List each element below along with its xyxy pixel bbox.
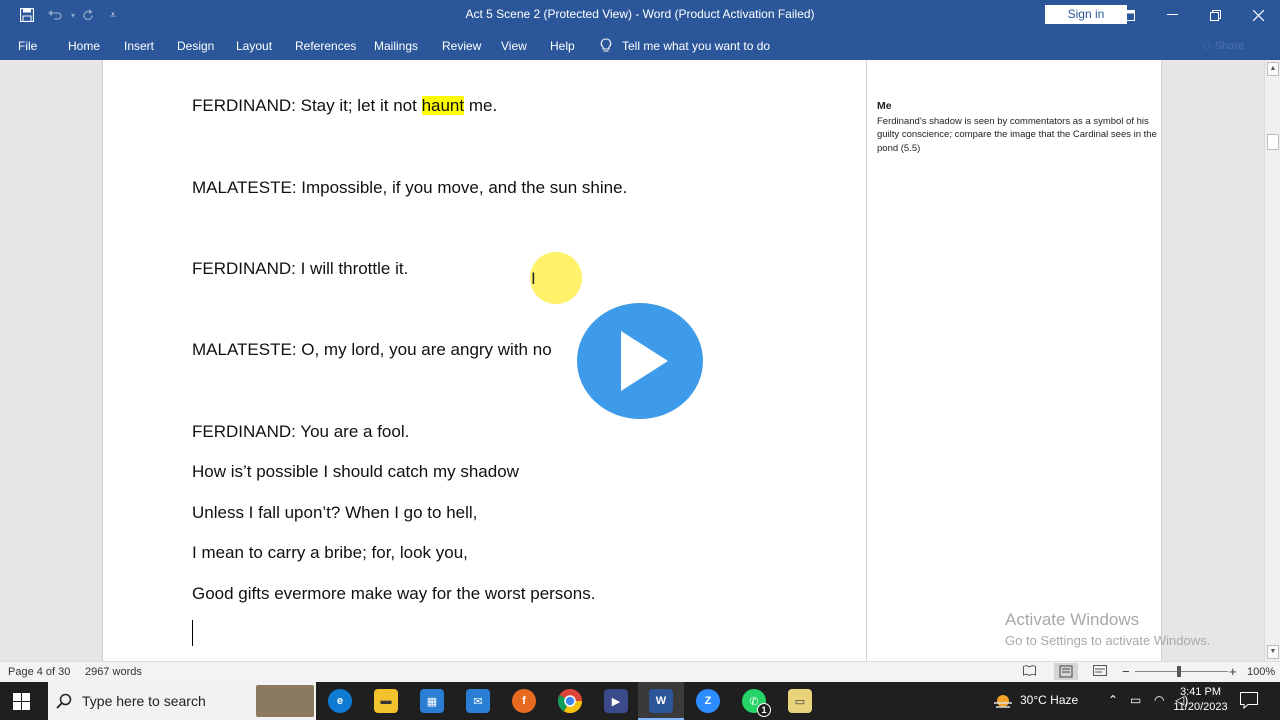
- web-layout-icon[interactable]: [1093, 665, 1107, 679]
- doc-line: FERDINAND: I will throttle it.: [192, 259, 409, 278]
- store-icon[interactable]: ▦: [420, 689, 444, 713]
- battery-icon[interactable]: ▭: [1130, 693, 1141, 707]
- share-label: Share: [1214, 40, 1244, 52]
- tab-insert[interactable]: Insert: [124, 39, 154, 53]
- zoom-out-button[interactable]: −: [1122, 664, 1130, 679]
- doc-line: MALATESTE: O, my lord, you are angry wit…: [192, 340, 552, 359]
- doc-line: MALATESTE: Impossible, if you move, and …: [192, 178, 628, 197]
- tab-references[interactable]: References: [295, 39, 356, 53]
- play-button-icon[interactable]: [566, 295, 714, 427]
- highlighted-word: haunt: [421, 96, 465, 115]
- watermark-title: Activate Windows: [1005, 610, 1140, 629]
- search-highlight-image: [256, 685, 314, 717]
- minimize-button[interactable]: [1150, 0, 1194, 30]
- clock-time: 3:41 PM: [1180, 686, 1221, 698]
- lightbulb-icon: [600, 38, 612, 52]
- tab-mailings[interactable]: Mailings: [374, 39, 418, 53]
- scroll-thumb[interactable]: [1267, 134, 1279, 150]
- comment-text: Ferdinand’s shadow is seen by commentato…: [877, 115, 1157, 154]
- vertical-scrollbar[interactable]: ▲ ▼: [1264, 60, 1280, 661]
- clock[interactable]: 3:41 PM 11/20/2023: [1168, 685, 1233, 715]
- word-taskbar-item[interactable]: W: [638, 682, 684, 720]
- tell-me-label: Tell me what you want to do: [622, 38, 771, 53]
- page-count[interactable]: Page 4 of 30: [8, 666, 70, 678]
- comment-author: Me: [877, 100, 892, 112]
- zoom-in-button[interactable]: +: [1229, 664, 1237, 679]
- status-bar: Page 4 of 30 2967 words − + 100%: [0, 661, 1280, 682]
- zoom-slider[interactable]: [1135, 671, 1228, 672]
- tab-review[interactable]: Review: [442, 39, 481, 53]
- folder-icon[interactable]: ▭: [788, 689, 812, 713]
- tab-help[interactable]: Help: [550, 39, 575, 53]
- notification-icon[interactable]: [1240, 692, 1258, 714]
- person-icon: ⚇: [1201, 40, 1212, 52]
- doc-line: How is’t possible I should catch my shad…: [192, 462, 519, 481]
- zoom-icon[interactable]: Z: [696, 689, 720, 713]
- tab-view[interactable]: View: [501, 39, 527, 53]
- word-count[interactable]: 2967 words: [85, 666, 142, 678]
- tab-home[interactable]: Home: [68, 39, 100, 53]
- firefox-icon[interactable]: f: [512, 689, 536, 713]
- read-mode-icon[interactable]: [1023, 665, 1036, 679]
- line-text: me.: [464, 96, 498, 115]
- print-layout-icon[interactable]: [1054, 663, 1078, 680]
- ibeam-cursor-icon: I: [531, 269, 536, 288]
- tab-design[interactable]: Design: [177, 39, 214, 53]
- text-cursor: [192, 620, 193, 646]
- scroll-up-arrow-icon[interactable]: ▲: [1267, 62, 1279, 76]
- file-explorer-icon[interactable]: ▬: [374, 689, 398, 713]
- comments-pane: Me Ferdinand’s shadow is seen by comment…: [866, 60, 1162, 661]
- mail-icon[interactable]: ✉: [466, 689, 490, 713]
- close-button[interactable]: [1236, 0, 1280, 30]
- search-icon: [56, 693, 72, 709]
- doc-line: FERDINAND: Stay it; let it not haunt me.: [192, 96, 497, 116]
- activate-windows-watermark: Activate Windows Go to Settings to activ…: [1005, 610, 1210, 648]
- share-button[interactable]: ⚇ Share: [1202, 39, 1244, 52]
- watermark-subtitle: Go to Settings to activate Windows.: [1005, 633, 1211, 648]
- restore-button[interactable]: [1193, 0, 1237, 30]
- whatsapp-badge: 1: [757, 703, 771, 717]
- tell-me-search[interactable]: Tell me what you want to do: [600, 38, 770, 53]
- weather-icon[interactable]: [992, 690, 1014, 717]
- media-icon[interactable]: ▶: [604, 689, 628, 713]
- tab-file[interactable]: File: [18, 39, 37, 53]
- doc-line: FERDINAND: You are a fool.: [192, 422, 410, 441]
- line-text: FERDINAND: Stay it; let it not: [192, 96, 422, 115]
- word-icon: W: [649, 689, 673, 713]
- comment-balloon[interactable]: Me Ferdinand’s shadow is seen by comment…: [877, 100, 1157, 155]
- wifi-icon[interactable]: ◠: [1154, 693, 1164, 707]
- title-bar: ▾ ⩡ Act 5 Scene 2 (Protected View) - Wor…: [0, 0, 1280, 30]
- ribbon-display-icon[interactable]: [1106, 0, 1150, 30]
- doc-line: Unless I fall upon’t? When I go to hell,: [192, 503, 478, 522]
- taskbar-search[interactable]: Type here to search: [48, 682, 316, 720]
- whatsapp-icon[interactable]: ✆ 1: [742, 689, 771, 717]
- windows-start-icon[interactable]: [13, 693, 30, 715]
- ribbon-tabs: File Home Insert Design Layout Reference…: [0, 30, 1280, 60]
- clock-date: 11/20/2023: [1173, 701, 1228, 713]
- doc-line: Good gifts evermore make way for the wor…: [192, 584, 596, 603]
- document-page[interactable]: FERDINAND: Stay it; let it not haunt me.…: [102, 60, 867, 661]
- tab-layout[interactable]: Layout: [236, 39, 272, 53]
- scroll-down-arrow-icon[interactable]: ▼: [1267, 645, 1279, 659]
- zoom-slider-thumb[interactable]: [1177, 666, 1181, 677]
- search-placeholder: Type here to search: [82, 693, 206, 709]
- doc-line: I mean to carry a bribe; for, look you,: [192, 543, 468, 562]
- edge-icon[interactable]: e: [328, 689, 352, 713]
- tray-chevron-icon[interactable]: ⌃: [1108, 693, 1118, 707]
- windows-taskbar: Type here to search e ▬ ▦ ✉ f ▶ W Z ✆ 1 …: [0, 682, 1280, 720]
- chrome-icon[interactable]: [558, 689, 582, 713]
- weather-text[interactable]: 30°C Haze: [1020, 693, 1078, 707]
- zoom-level[interactable]: 100%: [1247, 666, 1275, 678]
